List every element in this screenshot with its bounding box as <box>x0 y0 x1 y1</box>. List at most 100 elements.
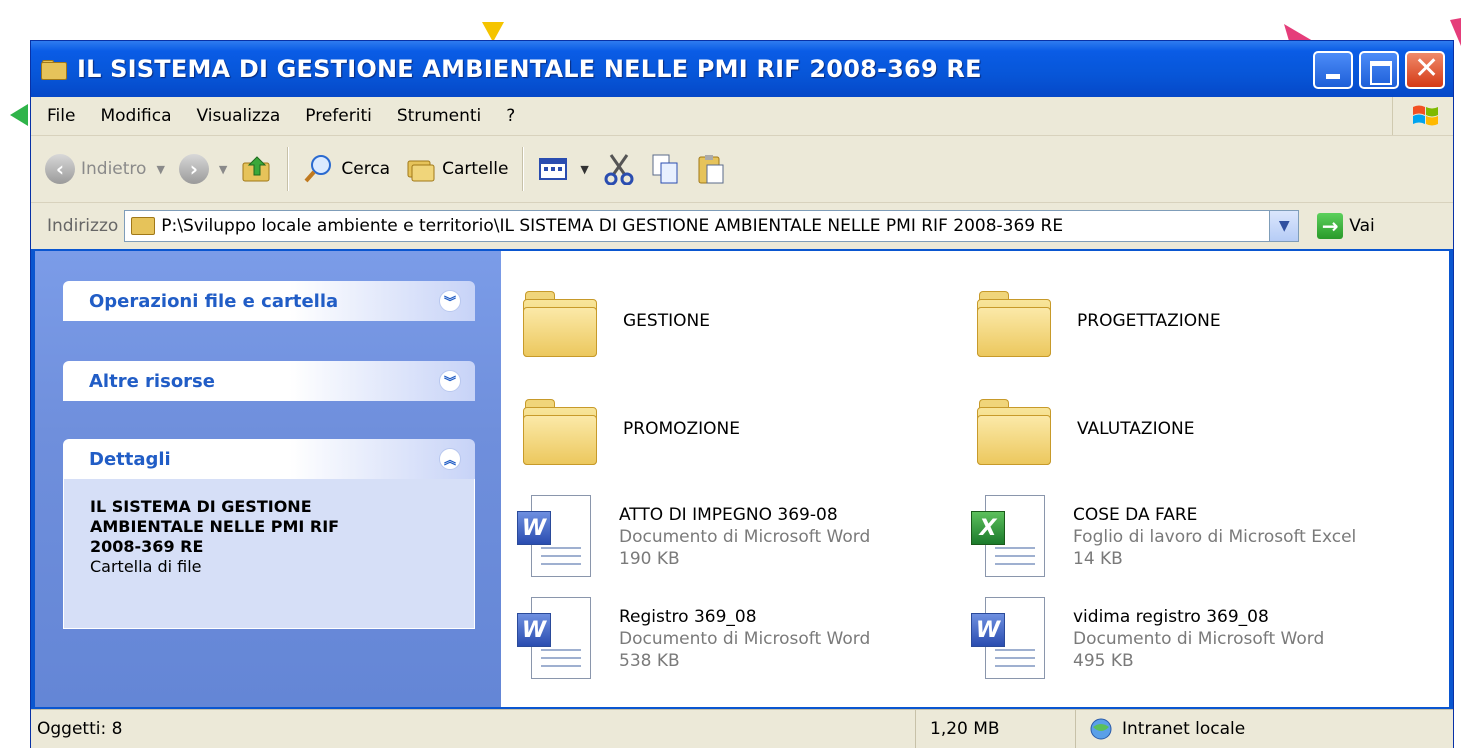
word-document-icon: W <box>517 495 593 579</box>
window-title: IL SISTEMA DI GESTIONE AMBIENTALE NELLE … <box>77 55 982 83</box>
menu-help[interactable]: ? <box>506 106 515 126</box>
menu-bar: File Modifica Visualizza Preferiti Strum… <box>31 97 1453 136</box>
panel-header[interactable]: Operazioni file e cartella ︾ <box>63 281 475 321</box>
chevron-down-icon[interactable]: ▼ <box>1269 211 1299 241</box>
search-button[interactable]: Cerca <box>303 153 390 185</box>
menu-visualizza[interactable]: Visualizza <box>197 106 281 126</box>
folder-icon <box>521 393 597 465</box>
paste-button[interactable] <box>695 153 727 185</box>
folder-icon <box>41 60 67 80</box>
item-name: PROGETTAZIONE <box>1077 311 1221 331</box>
word-document-icon: W <box>517 597 593 681</box>
status-zone: Intranet locale <box>1122 719 1246 739</box>
item-name: VALUTAZIONE <box>1077 419 1195 439</box>
item-size: 14 KB <box>1073 549 1123 569</box>
chevron-down-icon[interactable]: ︾ <box>439 290 461 312</box>
item-name: Registro 369_08 <box>619 607 757 627</box>
item-size: 495 KB <box>1073 651 1134 671</box>
maximize-button[interactable] <box>1359 51 1399 89</box>
panel-title: Operazioni file e cartella <box>89 290 339 312</box>
folder-item[interactable]: PROMOZIONE <box>521 393 740 465</box>
maximize-icon <box>1370 61 1392 85</box>
panel-title: Dettagli <box>89 448 171 470</box>
copy-icon <box>652 154 678 184</box>
excel-spreadsheet-icon: X <box>971 495 1047 579</box>
item-type: Documento di Microsoft Word <box>619 629 871 649</box>
status-zone-cell: Intranet locale <box>1075 710 1456 748</box>
views-button[interactable]: ▼ <box>538 153 589 185</box>
title-bar[interactable]: IL SISTEMA DI GESTIONE AMBIENTALE NELLE … <box>31 41 1453 97</box>
item-text: ATTO DI IMPEGNO 369-08 Documento di Micr… <box>619 504 870 570</box>
marker-green-arrow <box>10 104 28 126</box>
task-pane: Operazioni file e cartella ︾ Altre risor… <box>35 251 501 707</box>
back-button[interactable]: ‹ Indietro ▼ <box>45 154 165 184</box>
go-label: Vai <box>1349 216 1375 236</box>
chevron-up-icon[interactable]: ︽ <box>439 448 461 470</box>
file-item[interactable]: W Registro 369_08 Documento di Microsoft… <box>517 597 870 681</box>
close-button[interactable]: ✕ <box>1405 51 1445 89</box>
status-size-cell: 1,20 MB <box>915 710 1076 748</box>
folder-item[interactable]: PROGETTAZIONE <box>975 285 1221 357</box>
address-label: Indirizzo <box>47 216 119 236</box>
item-name: PROMOZIONE <box>623 419 740 439</box>
item-type: Documento di Microsoft Word <box>619 527 871 547</box>
panel-file-operations: Operazioni file e cartella ︾ <box>63 281 475 321</box>
item-text: COSE DA FARE Foglio di lavoro di Microso… <box>1073 504 1356 570</box>
address-value: P:\Sviluppo locale ambiente e territorio… <box>161 216 1064 236</box>
folder-icon <box>521 285 597 357</box>
minimize-icon <box>1326 74 1340 79</box>
file-item[interactable]: X COSE DA FARE Foglio di lavoro di Micro… <box>971 495 1356 579</box>
panel-other-places: Altre risorse ︾ <box>63 361 475 401</box>
item-text: vidima registro 369_08 Documento di Micr… <box>1073 606 1324 672</box>
status-bar: Oggetti: 8 1,20 MB Intranet locale <box>31 709 1453 748</box>
copy-button[interactable] <box>649 153 681 185</box>
panel-details: Dettagli ︽ IL SISTEMA DI GESTIONE AMBIEN… <box>63 439 475 629</box>
folder-item[interactable]: GESTIONE <box>521 285 710 357</box>
chevron-down-icon[interactable]: ▼ <box>219 163 227 176</box>
word-document-icon: W <box>971 597 1047 681</box>
go-button[interactable]: → Vai <box>1317 213 1375 239</box>
chevron-down-icon[interactable]: ︾ <box>439 370 461 392</box>
item-type: Foglio di lavoro di Microsoft Excel <box>1073 527 1357 547</box>
item-text: Registro 369_08 Documento di Microsoft W… <box>619 606 870 672</box>
search-label: Cerca <box>341 159 391 179</box>
item-size: 538 KB <box>619 651 680 671</box>
close-icon: ✕ <box>1414 51 1440 86</box>
cut-button[interactable] <box>603 153 635 185</box>
item-name: vidima registro 369_08 <box>1073 607 1269 627</box>
file-item[interactable]: W ATTO DI IMPEGNO 369-08 Documento di Mi… <box>517 495 870 579</box>
toolbar-separator <box>522 147 525 191</box>
folders-label: Cartelle <box>442 159 509 179</box>
status-size: 1,20 MB <box>930 719 1000 739</box>
back-label: Indietro <box>81 159 147 179</box>
views-icon <box>539 158 568 180</box>
menu-file[interactable]: File <box>47 106 75 126</box>
up-folder-button[interactable] <box>241 153 273 185</box>
content-area: Operazioni file e cartella ︾ Altre risor… <box>35 251 1449 707</box>
item-name: GESTIONE <box>623 311 710 331</box>
folders-icon <box>407 160 435 182</box>
folder-icon <box>131 217 156 235</box>
panel-header[interactable]: Dettagli ︽ <box>63 439 475 479</box>
windows-logo-icon <box>1392 97 1453 135</box>
chevron-down-icon[interactable]: ▼ <box>156 163 164 176</box>
forward-button[interactable]: › ▼ <box>178 154 227 184</box>
menu-modifica[interactable]: Modifica <box>100 106 171 126</box>
search-icon <box>304 155 332 183</box>
chevron-down-icon[interactable]: ▼ <box>580 163 588 176</box>
menu-preferiti[interactable]: Preferiti <box>305 106 372 126</box>
explorer-window: IL SISTEMA DI GESTIONE AMBIENTALE NELLE … <box>30 40 1454 748</box>
file-item[interactable]: W vidima registro 369_08 Documento di Mi… <box>971 597 1324 681</box>
arrow-right-icon: → <box>1317 213 1344 239</box>
details-type: Cartella di file <box>90 557 202 576</box>
scissors-icon <box>604 154 634 185</box>
toolbar-separator <box>287 147 290 191</box>
folders-button[interactable]: Cartelle <box>404 153 508 185</box>
details-name: IL SISTEMA DI GESTIONE AMBIENTALE NELLE … <box>90 497 340 556</box>
address-input[interactable]: P:\Sviluppo locale ambiente e territorio… <box>124 210 1300 242</box>
panel-header[interactable]: Altre risorse ︾ <box>63 361 475 401</box>
menu-strumenti[interactable]: Strumenti <box>397 106 481 126</box>
minimize-button[interactable] <box>1313 51 1353 89</box>
folder-item[interactable]: VALUTAZIONE <box>975 393 1194 465</box>
folder-up-icon <box>242 156 270 182</box>
